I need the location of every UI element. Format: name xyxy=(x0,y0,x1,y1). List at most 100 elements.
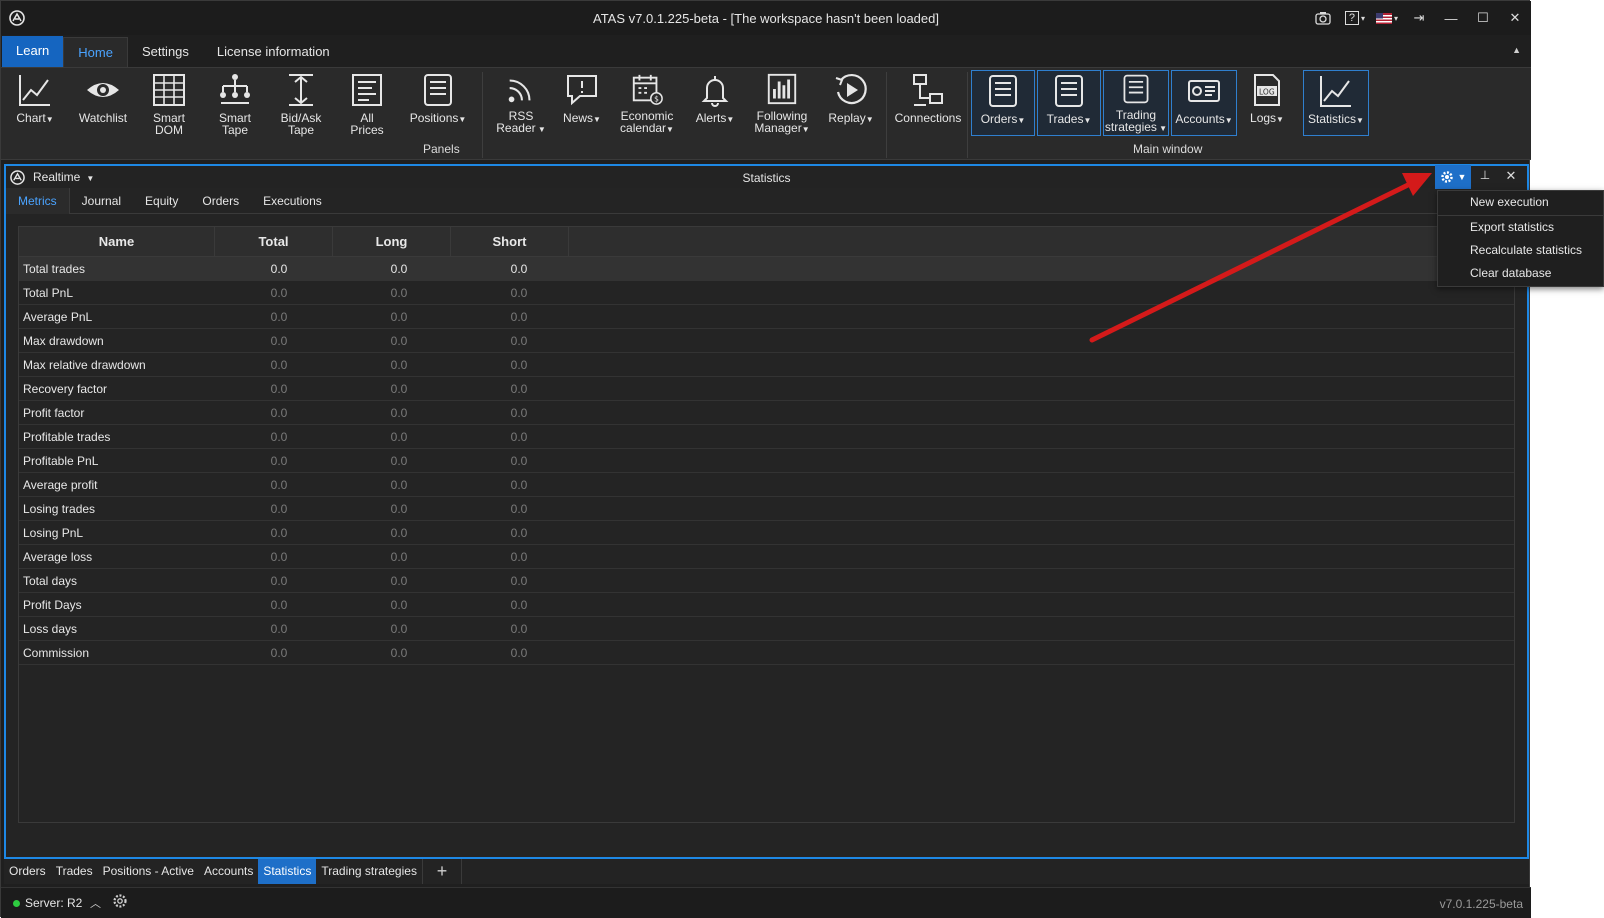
chevron-up-icon[interactable]: ︿ xyxy=(90,895,101,911)
panel-header: Realtime ▼ Statistics ▼ ⊥ ✕ xyxy=(6,165,1527,189)
menu-item-clear-database[interactable]: Clear database xyxy=(1438,262,1603,285)
table-row[interactable]: Commission 0.0 0.0 0.0 xyxy=(19,641,1514,665)
watchlist-button[interactable]: Watchlist xyxy=(73,70,133,136)
cell-name: Profitable trades xyxy=(23,430,111,444)
bottom-tab-trades[interactable]: Trades xyxy=(51,859,98,884)
economic-calendar-button[interactable]: $ Economic calendar▼ xyxy=(615,70,679,136)
menu-item-new-execution[interactable]: New execution xyxy=(1438,191,1603,216)
bottom-tab-accounts[interactable]: Accounts xyxy=(199,859,258,884)
cell-short: 0.0 xyxy=(510,622,528,636)
table-row[interactable]: Average PnL 0.0 0.0 0.0 xyxy=(19,305,1514,329)
bid-ask-tape-button[interactable]: Bid/Ask Tape xyxy=(273,70,329,136)
menu-item-recalculate-statistics[interactable]: Recalculate statistics xyxy=(1438,239,1603,262)
bottom-tab-orders[interactable]: Orders xyxy=(4,859,51,884)
column-header-total[interactable]: Total xyxy=(215,227,333,256)
table-row[interactable]: Loss days 0.0 0.0 0.0 xyxy=(19,617,1514,641)
table-row[interactable]: Profit Days 0.0 0.0 0.0 xyxy=(19,593,1514,617)
bottom-tabs: Orders Trades Positions - Active Account… xyxy=(4,857,1529,884)
table-row[interactable]: Average loss 0.0 0.0 0.0 xyxy=(19,545,1514,569)
svg-text:$: $ xyxy=(654,94,659,103)
tab-metrics[interactable]: Metrics xyxy=(6,188,70,214)
accounts-button[interactable]: Accounts▼ xyxy=(1171,70,1237,136)
replay-button[interactable]: Replay▼ xyxy=(827,70,875,136)
news-button[interactable]: News▼ xyxy=(559,70,605,136)
add-tab-button[interactable]: + xyxy=(421,859,462,884)
language-flag-button[interactable]: ▾ xyxy=(1371,1,1403,35)
trades-button[interactable]: Trades▼ xyxy=(1037,70,1101,136)
logs-button[interactable]: LOG Logs▼ xyxy=(1241,70,1293,136)
all-prices-button[interactable]: All Prices xyxy=(341,70,393,136)
bottom-tab-trading-strategies[interactable]: Trading strategies xyxy=(316,859,422,884)
table-row[interactable]: Recovery factor 0.0 0.0 0.0 xyxy=(19,377,1514,401)
tab-learn[interactable]: Learn xyxy=(2,36,64,67)
maximize-icon[interactable]: ☐ xyxy=(1467,1,1499,35)
alerts-button[interactable]: Alerts▼ xyxy=(691,70,739,136)
bottom-tab-statistics[interactable]: Statistics xyxy=(258,859,317,884)
cell-long: 0.0 xyxy=(390,622,408,636)
collapse-ribbon-icon[interactable]: ▲ xyxy=(1512,45,1521,55)
tab-home[interactable]: Home xyxy=(63,37,128,67)
table-row[interactable]: Profit factor 0.0 0.0 0.0 xyxy=(19,401,1514,425)
server-label[interactable]: Server: R2 xyxy=(25,896,82,910)
pin-icon[interactable]: ⊥ xyxy=(1475,168,1495,186)
table-row[interactable]: Profitable PnL 0.0 0.0 0.0 xyxy=(19,449,1514,473)
cell-total: 0.0 xyxy=(270,550,288,564)
cell-total: 0.0 xyxy=(270,334,288,348)
table-row[interactable]: Average profit 0.0 0.0 0.0 xyxy=(19,473,1514,497)
trading-strategies-button[interactable]: Trading strategies ▼ xyxy=(1103,70,1169,136)
status-bar: Server: R2 ︿ v7.0.1.225-beta xyxy=(1,887,1531,918)
bid-ask-tape-icon xyxy=(289,74,313,106)
table-row[interactable]: Max relative drawdown 0.0 0.0 0.0 xyxy=(19,353,1514,377)
tab-settings[interactable]: Settings xyxy=(128,37,203,67)
rss-reader-button[interactable]: RSS Reader ▼ xyxy=(493,70,549,136)
cell-short: 0.0 xyxy=(510,382,528,396)
group-label-main-window: Main window xyxy=(1133,142,1203,156)
table-row[interactable]: Profitable trades 0.0 0.0 0.0 xyxy=(19,425,1514,449)
rss-reader-label: RSS Reader xyxy=(496,109,536,135)
minimize-icon[interactable]: — xyxy=(1435,1,1467,35)
dock-icon[interactable]: ⇥ xyxy=(1403,1,1435,35)
close-window-icon[interactable]: ✕ xyxy=(1499,1,1531,35)
cell-total: 0.0 xyxy=(270,622,288,636)
bell-icon xyxy=(701,76,729,107)
smart-tape-button[interactable]: Smart Tape xyxy=(209,70,261,136)
table-row[interactable]: Max drawdown 0.0 0.0 0.0 xyxy=(19,329,1514,353)
cell-name: Max relative drawdown xyxy=(23,358,146,372)
cell-long: 0.0 xyxy=(390,286,408,300)
menu-item-export-statistics[interactable]: Export statistics xyxy=(1438,216,1603,239)
positions-button[interactable]: Positions▼ xyxy=(405,70,471,136)
cell-name: Max drawdown xyxy=(23,334,104,348)
chart-button[interactable]: Chart▼ xyxy=(9,70,61,136)
server-status-indicator xyxy=(13,900,20,907)
tab-journal[interactable]: Journal xyxy=(70,188,133,214)
following-manager-button[interactable]: Following Manager▼ xyxy=(749,70,815,136)
column-header-long[interactable]: Long xyxy=(333,227,451,256)
table-header: Name Total Long Short xyxy=(19,227,1514,257)
cell-long: 0.0 xyxy=(390,262,408,276)
statistics-button[interactable]: Statistics▼ xyxy=(1303,70,1369,136)
table-row[interactable]: Losing PnL 0.0 0.0 0.0 xyxy=(19,521,1514,545)
tab-executions[interactable]: Executions xyxy=(251,188,334,214)
settings-gear-button[interactable]: ▼ xyxy=(1435,165,1471,189)
cell-long: 0.0 xyxy=(390,550,408,564)
table-row[interactable]: Losing trades 0.0 0.0 0.0 xyxy=(19,497,1514,521)
close-panel-icon[interactable]: ✕ xyxy=(1501,168,1521,186)
tab-orders[interactable]: Orders xyxy=(190,188,251,214)
connections-button[interactable]: Connections xyxy=(893,70,963,136)
orders-button[interactable]: Orders▼ xyxy=(971,70,1035,136)
screenshot-camera-icon[interactable] xyxy=(1307,1,1339,35)
tab-license-information[interactable]: License information xyxy=(203,37,344,67)
column-header-short[interactable]: Short xyxy=(451,227,569,256)
all-prices-label: All Prices xyxy=(350,111,384,137)
server-settings-gear-icon[interactable] xyxy=(112,893,128,909)
column-header-name[interactable]: Name xyxy=(19,227,215,256)
smart-dom-button[interactable]: Smart DOM xyxy=(143,70,195,136)
bottom-tab-positions-active[interactable]: Positions - Active xyxy=(98,859,199,884)
table-row[interactable]: Total PnL 0.0 0.0 0.0 xyxy=(19,281,1514,305)
positions-icon xyxy=(424,74,452,106)
table-row[interactable]: Total days 0.0 0.0 0.0 xyxy=(19,569,1514,593)
help-button[interactable]: ? ▾ xyxy=(1339,1,1371,35)
tab-equity[interactable]: Equity xyxy=(133,188,190,214)
us-flag-icon xyxy=(1375,12,1392,24)
table-row[interactable]: Total trades 0.0 0.0 0.0 xyxy=(19,257,1514,281)
